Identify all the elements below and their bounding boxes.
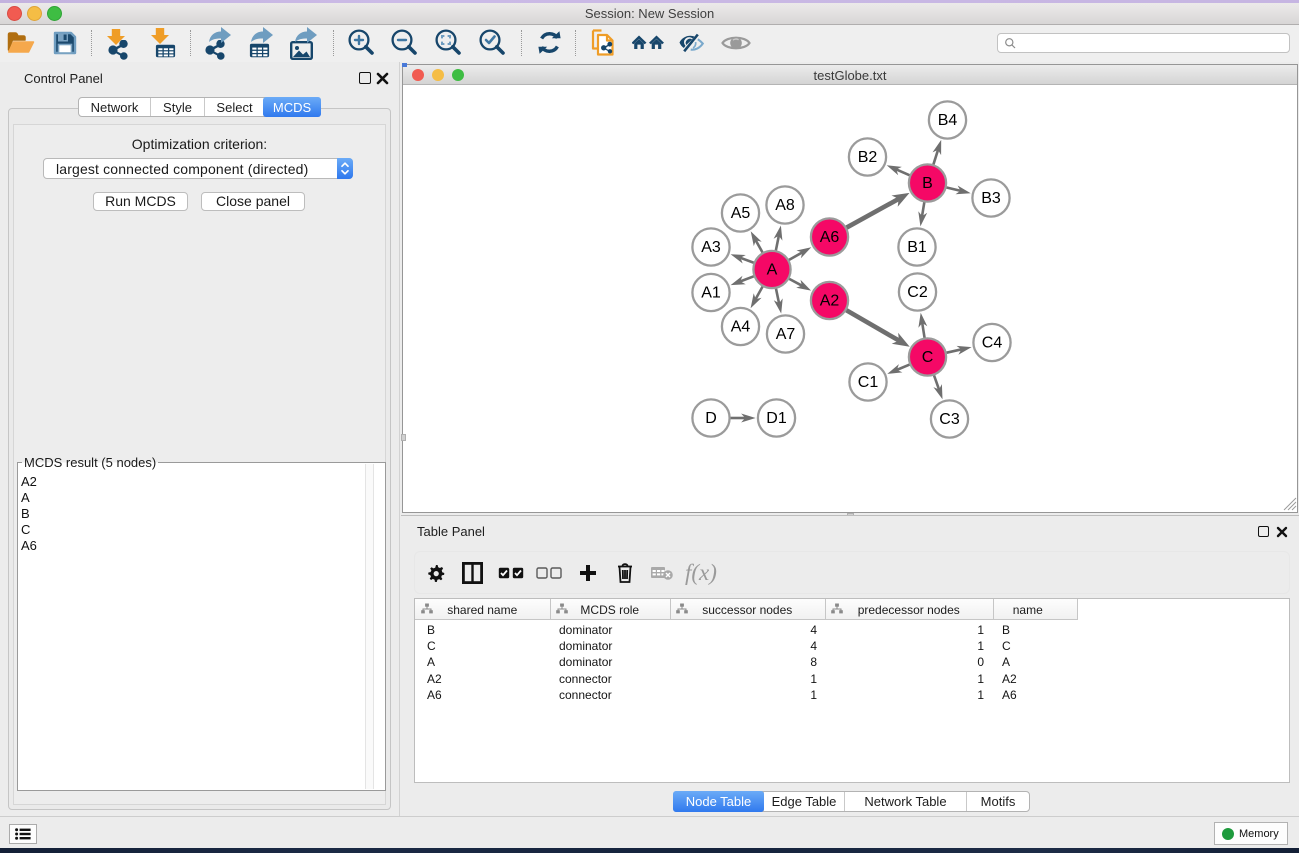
svg-text:C3: C3 xyxy=(939,411,960,428)
svg-text:D: D xyxy=(705,410,717,427)
svg-text:A3: A3 xyxy=(701,239,721,256)
svg-text:B1: B1 xyxy=(907,239,927,256)
svg-text:C: C xyxy=(922,349,934,366)
svg-text:C4: C4 xyxy=(982,335,1003,352)
svg-text:B2: B2 xyxy=(858,149,878,166)
svg-text:A5: A5 xyxy=(731,205,751,222)
svg-text:B3: B3 xyxy=(981,190,1001,207)
svg-text:A: A xyxy=(767,262,778,279)
svg-text:A2: A2 xyxy=(820,293,840,310)
svg-text:C2: C2 xyxy=(907,284,928,301)
svg-text:A7: A7 xyxy=(776,326,796,343)
svg-text:C1: C1 xyxy=(858,374,879,391)
svg-text:B4: B4 xyxy=(938,112,958,129)
svg-text:D1: D1 xyxy=(766,410,787,427)
svg-text:B: B xyxy=(922,175,933,192)
svg-text:A8: A8 xyxy=(775,197,795,214)
svg-text:A6: A6 xyxy=(820,229,840,246)
svg-text:A4: A4 xyxy=(731,319,751,336)
svg-text:A1: A1 xyxy=(701,285,721,302)
